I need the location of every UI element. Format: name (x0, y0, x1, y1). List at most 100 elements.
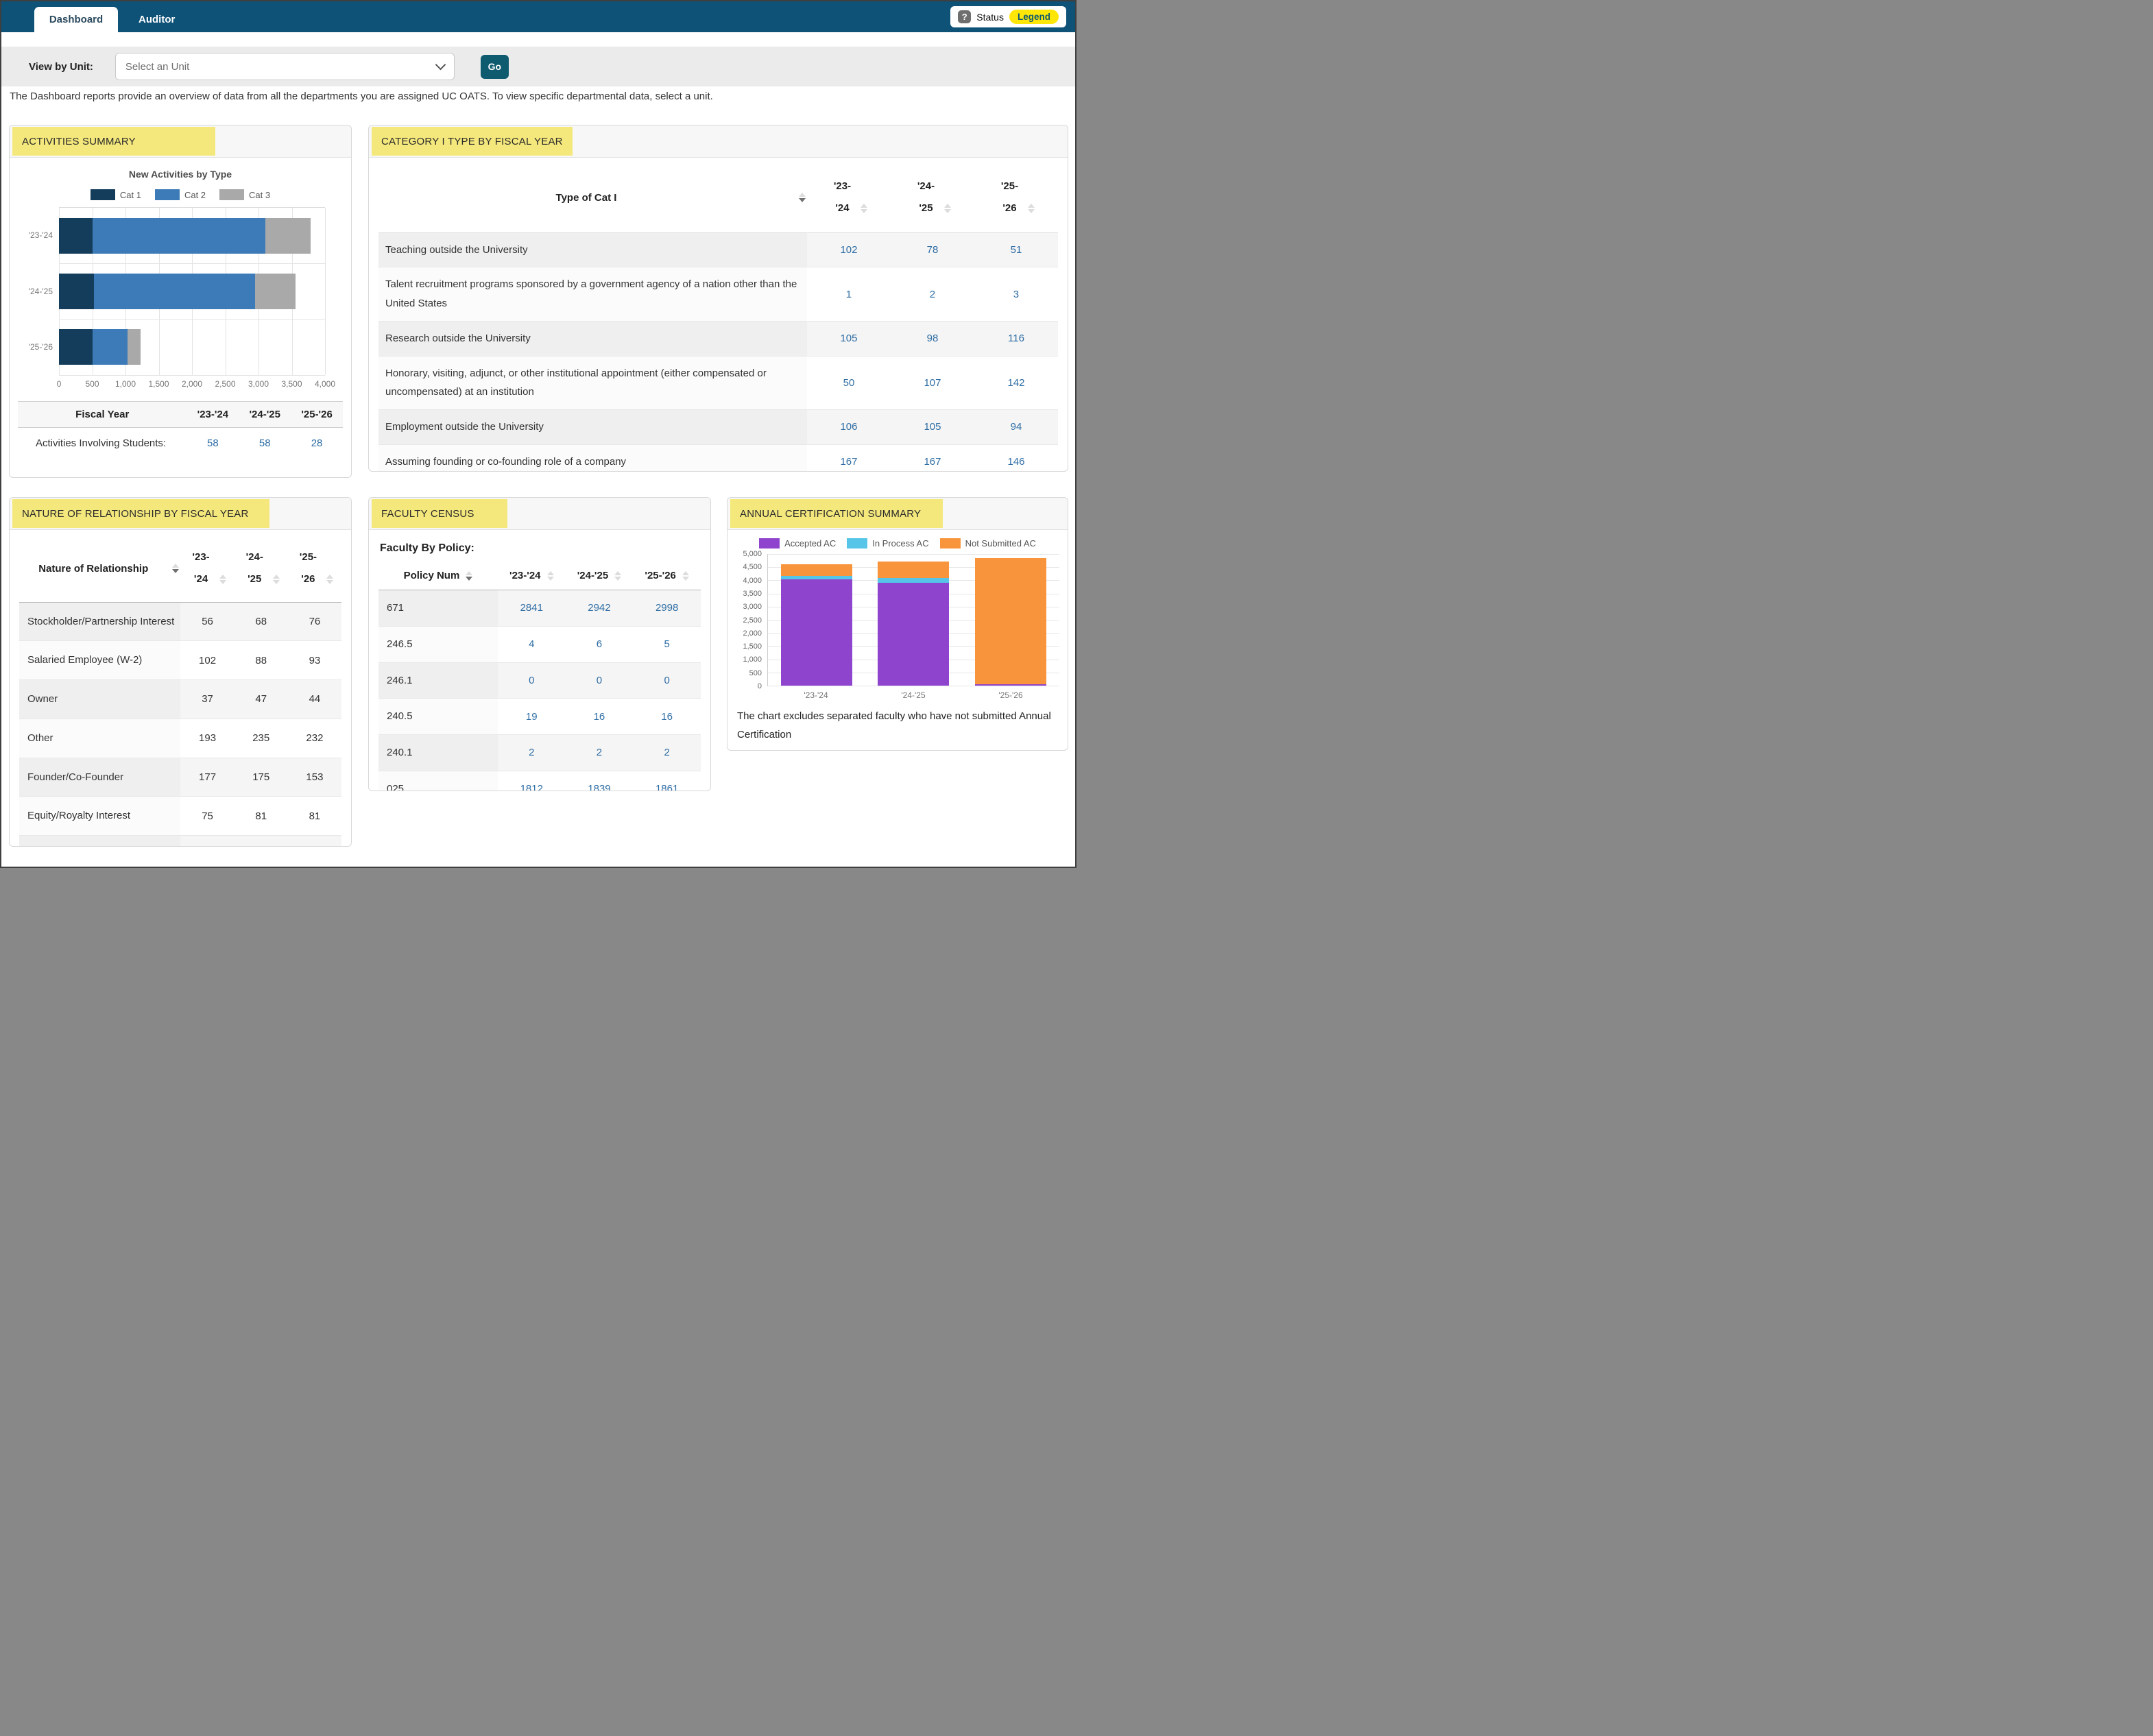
table-row: 240.1 2 2 2 (378, 735, 701, 771)
dashboard-description: The Dashboard reports provide an overvie… (10, 91, 713, 102)
sort-icon[interactable] (861, 204, 867, 213)
bar-band (59, 320, 325, 375)
value-link[interactable]: 6 (597, 638, 602, 650)
sort-icon[interactable] (219, 575, 226, 584)
sort-icon[interactable] (172, 564, 179, 573)
sort-icon[interactable] (944, 204, 951, 213)
row-label: 246.5 (378, 626, 498, 662)
value-link[interactable]: 2 (529, 747, 534, 758)
value-link[interactable]: 1812 (520, 783, 543, 791)
value-cell: 56 (180, 602, 234, 641)
column-header-sortable[interactable]: '23-'24 (180, 535, 234, 602)
table-row: Founder/Co-Founder177175153 (19, 758, 341, 797)
value-link[interactable]: 0 (664, 675, 669, 686)
sort-icon[interactable] (682, 571, 689, 581)
value-cell: 37 (180, 680, 234, 719)
value-link[interactable]: 50 (843, 377, 855, 389)
value-link[interactable]: 2 (930, 289, 935, 300)
panel-header: CATEGORY I TYPE BY FISCAL YEAR (369, 125, 1068, 158)
value-link[interactable]: 116 (1008, 333, 1024, 344)
value-link[interactable]: 5 (664, 638, 669, 650)
value-link[interactable]: 0 (529, 675, 534, 686)
value-link[interactable]: 51 (1011, 244, 1022, 256)
legend-label: In Process AC (872, 538, 928, 548)
row-label: 240.1 (378, 735, 498, 771)
column-header-sortable[interactable]: '23-'24 (498, 562, 566, 590)
legend-swatch (940, 538, 961, 548)
value-link[interactable]: 78 (927, 244, 939, 256)
column-header-sortable[interactable]: '23-'24 (807, 163, 891, 232)
sort-icon[interactable] (614, 571, 621, 581)
value-link[interactable]: 16 (661, 711, 673, 723)
gridline (59, 375, 325, 376)
chart-title: New Activities by Type (18, 169, 343, 180)
value-link[interactable]: 2 (597, 747, 602, 758)
column-header-sortable[interactable]: '25-'26 (974, 163, 1058, 232)
x-axis-tick-label: 2,000 (182, 379, 202, 389)
value-link[interactable]: 94 (1011, 421, 1022, 433)
value-link[interactable]: 167 (924, 456, 941, 468)
sort-icon[interactable] (1028, 204, 1035, 213)
column-header-sortable[interactable]: '24-'25 (891, 163, 974, 232)
value-link[interactable]: 58 (207, 437, 219, 449)
value-link[interactable]: 106 (840, 421, 857, 433)
value-link[interactable]: 2 (664, 747, 669, 758)
value-link[interactable]: 3 (1013, 289, 1019, 300)
sort-icon[interactable] (466, 571, 472, 581)
bar-segment (975, 684, 1046, 686)
value-link[interactable]: 2841 (520, 602, 543, 614)
column-header-sortable[interactable]: '24-'25 (234, 535, 288, 602)
sort-icon[interactable] (547, 571, 554, 581)
value-link[interactable]: 1861 (655, 783, 678, 791)
chevron-down-icon (435, 60, 446, 71)
x-axis-category-label: '25-'26 (998, 690, 1022, 700)
go-button[interactable]: Go (481, 55, 509, 79)
value-link[interactable]: 28 (311, 437, 323, 449)
value-link[interactable]: 2998 (655, 602, 678, 614)
x-axis-tick-label: 3,500 (281, 379, 302, 389)
y-axis-tick-label: 4,500 (743, 563, 762, 571)
value-link[interactable]: 1 (846, 289, 852, 300)
bar-segment (781, 564, 852, 576)
column-header-sortable[interactable]: '25-'26 (288, 535, 341, 602)
row-label: 246.1 (378, 662, 498, 699)
value-link[interactable]: 1839 (588, 783, 610, 791)
filter-bar: View by Unit: Select an Unit Go (1, 47, 1075, 86)
value-link[interactable]: 2942 (588, 602, 610, 614)
activities-chart: New Activities by Type Cat 1Cat 2Cat 3 '… (18, 169, 343, 393)
tab-dashboard[interactable]: Dashboard (34, 7, 118, 32)
bar-segment (255, 274, 296, 309)
column-header-sortable[interactable]: '24-'25 (566, 562, 634, 590)
value-link[interactable]: 58 (259, 437, 271, 449)
column-header-sortable[interactable]: Nature of Relationship (19, 535, 180, 602)
value-link[interactable]: 19 (526, 711, 538, 723)
legend-badge[interactable]: Legend (1009, 10, 1059, 24)
help-icon[interactable]: ? (958, 10, 971, 23)
sort-icon[interactable] (326, 575, 333, 584)
value-link[interactable]: 146 (1007, 456, 1024, 468)
bar-segment (94, 274, 255, 309)
value-link[interactable]: 105 (840, 333, 857, 344)
value-cell: 62 (234, 836, 288, 847)
unit-select[interactable]: Select an Unit (115, 53, 455, 80)
table-row: Salaried Employee (W-2)1028893 (19, 641, 341, 680)
column-header-sortable[interactable]: Type of Cat I (378, 163, 807, 232)
table-row: 240.5191616 (378, 699, 701, 735)
tab-auditor[interactable]: Auditor (119, 7, 194, 32)
value-link[interactable]: 4 (529, 638, 534, 650)
column-header-sortable[interactable]: '25-'26 (633, 562, 701, 590)
sort-icon[interactable] (799, 193, 806, 202)
value-link[interactable]: 142 (1007, 377, 1024, 389)
y-axis-category-label: '23-'24 (18, 207, 59, 263)
value-link[interactable]: 98 (927, 333, 939, 344)
sort-icon[interactable] (273, 575, 280, 584)
value-link[interactable]: 16 (594, 711, 605, 723)
value-link[interactable]: 107 (924, 377, 941, 389)
y-axis-tick-label: 2,500 (743, 616, 762, 625)
value-link[interactable]: 105 (924, 421, 941, 433)
column-header-sortable[interactable]: Policy Num (378, 562, 498, 590)
x-axis-tick-label: 4,000 (315, 379, 335, 389)
value-link[interactable]: 0 (597, 675, 602, 686)
value-link[interactable]: 102 (840, 244, 857, 256)
value-link[interactable]: 167 (840, 456, 857, 468)
